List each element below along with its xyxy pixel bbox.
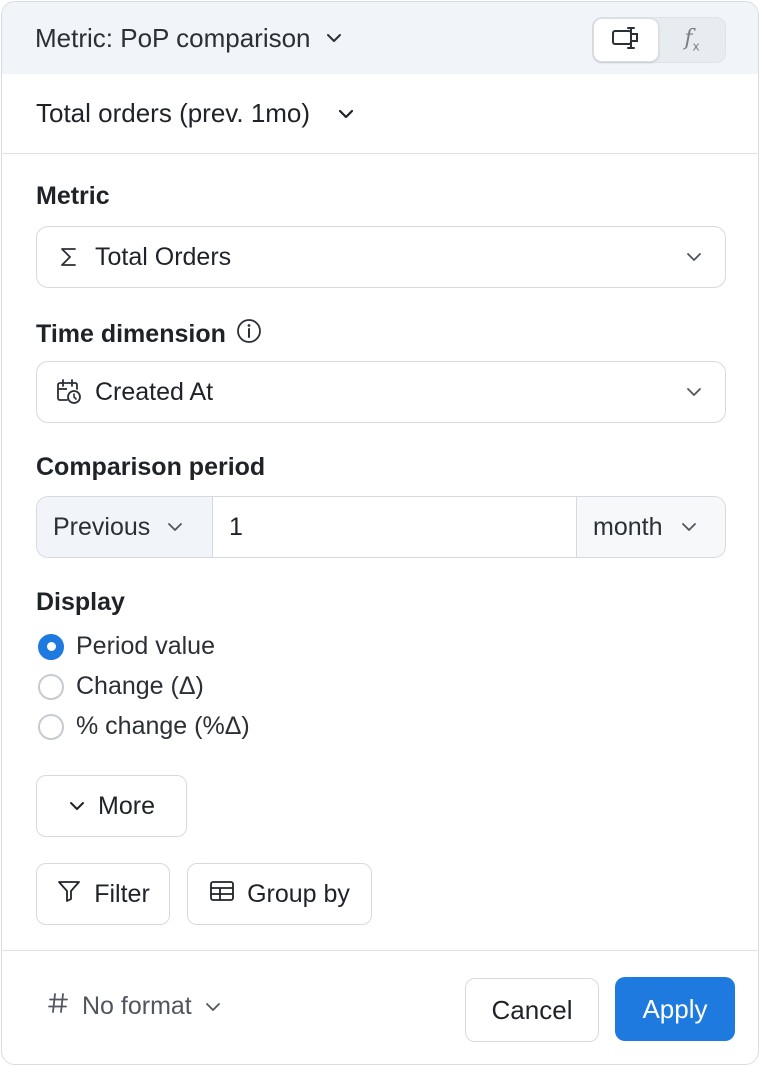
display-option-label: Period value — [76, 632, 215, 660]
formula-view-button[interactable]: fx — [659, 18, 725, 62]
chevron-down-icon — [204, 998, 222, 1016]
time-dimension-value: Created At — [95, 377, 214, 406]
radio-unchecked-icon[interactable] — [38, 713, 64, 740]
apply-button[interactable]: Apply — [615, 977, 735, 1041]
period-unit-value: month — [593, 512, 663, 541]
more-button[interactable]: More — [36, 775, 187, 837]
filter-label: Filter — [94, 879, 150, 908]
comparison-period-label: Comparison period — [36, 453, 265, 482]
cancel-button[interactable]: Cancel — [465, 978, 599, 1042]
metric-name-row: Total orders (prev. 1mo) — [2, 74, 758, 154]
display-option-label: Change (Δ) — [76, 672, 204, 700]
filter-button[interactable]: Filter — [36, 863, 170, 925]
chevron-down-icon — [68, 797, 86, 815]
view-mode-toggle: fx — [592, 17, 726, 63]
metric-select[interactable]: Total Orders — [36, 226, 726, 288]
sigma-icon — [55, 246, 83, 268]
chevron-down-icon — [325, 29, 343, 47]
period-amount-input[interactable]: 1 — [213, 497, 577, 557]
time-dimension-section-label: Time dimension — [36, 318, 262, 351]
time-dimension-label-text: Time dimension — [36, 320, 226, 348]
format-label: No format — [82, 992, 192, 1020]
radio-unchecked-icon[interactable] — [38, 673, 64, 700]
metric-section-label: Metric — [36, 182, 110, 211]
cancel-label: Cancel — [491, 994, 573, 1025]
metric-select-value: Total Orders — [95, 242, 232, 271]
info-icon[interactable] — [236, 318, 262, 351]
more-label: More — [98, 791, 155, 820]
metric-config-panel: Metric: PoP comparison fx Total orders (… — [1, 1, 759, 1065]
period-direction-select[interactable]: Previous — [37, 497, 213, 557]
comparison-period-control: Previous 1 month — [36, 496, 726, 558]
group-by-label: Group by — [247, 879, 350, 908]
metric-type-label: Metric: PoP comparison — [35, 22, 311, 53]
group-by-button[interactable]: Group by — [187, 863, 372, 925]
metric-type-dropdown[interactable]: Metric: PoP comparison — [35, 22, 343, 54]
card-view-button[interactable] — [593, 18, 659, 62]
metric-label-text: Metric — [36, 182, 110, 210]
format-dropdown[interactable]: No format — [46, 991, 222, 1022]
period-unit-select[interactable]: month — [577, 497, 725, 557]
display-label-text: Display — [36, 588, 125, 616]
chevron-down-icon — [685, 248, 703, 266]
panel-footer: No format Cancel Apply — [2, 950, 758, 1064]
period-amount-value: 1 — [229, 512, 243, 541]
metric-name: Total orders (prev. 1mo) — [36, 98, 311, 128]
display-section-label: Display — [36, 588, 125, 617]
period-direction-value: Previous — [53, 512, 151, 541]
chevron-down-icon — [166, 518, 184, 536]
display-option-label: % change (%Δ) — [76, 712, 250, 740]
radio-checked-icon[interactable] — [38, 633, 64, 660]
chevron-down-icon — [336, 104, 356, 124]
metric-name-dropdown[interactable]: Total orders (prev. 1mo) — [36, 98, 356, 129]
apply-label: Apply — [642, 993, 708, 1024]
filter-icon — [56, 879, 82, 910]
display-option-change[interactable]: Change (Δ) — [38, 672, 204, 701]
display-option-percent-change[interactable]: % change (%Δ) — [38, 712, 250, 741]
table-icon — [209, 879, 235, 910]
chevron-down-icon — [685, 383, 703, 401]
comparison-period-label-text: Comparison period — [36, 453, 266, 481]
card-icon — [611, 25, 641, 56]
time-dimension-select[interactable]: Created At — [36, 361, 726, 423]
chevron-down-icon — [680, 518, 698, 536]
hash-icon — [46, 991, 70, 1022]
formula-icon: fx — [684, 26, 700, 54]
panel-header: Metric: PoP comparison fx — [2, 2, 758, 74]
display-option-period-value[interactable]: Period value — [38, 632, 215, 661]
calendar-clock-icon — [55, 378, 83, 406]
